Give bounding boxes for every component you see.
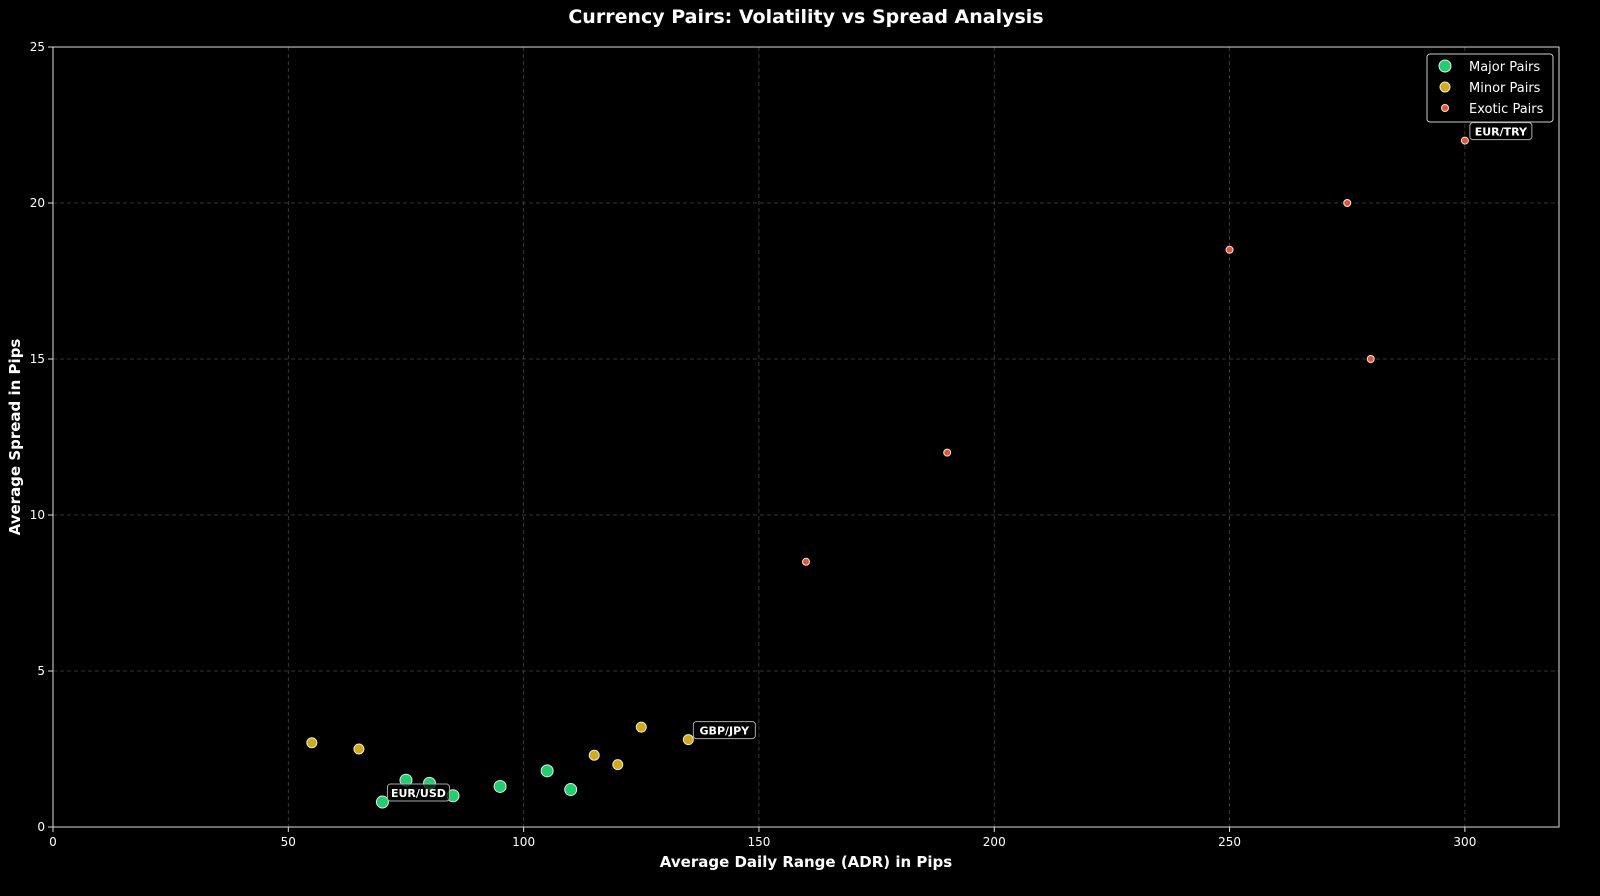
x-tick-label: 250	[1218, 835, 1241, 849]
legend-marker	[1441, 104, 1449, 112]
grid	[53, 47, 1559, 827]
y-tick-label: 20	[30, 196, 45, 210]
point-major-pairs	[540, 764, 554, 778]
y-tick-label: 0	[37, 820, 45, 834]
annotation-label: EUR/TRY	[1475, 126, 1528, 139]
point-exotic-pairs	[802, 557, 810, 566]
y-tick-label: 25	[30, 40, 45, 54]
point-exotic-pairs	[1460, 136, 1469, 145]
legend-label: Major Pairs	[1469, 60, 1540, 75]
chart-title: Currency Pairs: Volatility vs Spread Ana…	[568, 6, 1043, 28]
point-minor-pairs	[306, 737, 318, 749]
point-major-pairs	[564, 783, 578, 797]
y-tick-label: 15	[30, 352, 45, 366]
x-tick-label: 300	[1453, 835, 1476, 849]
legend-marker	[1439, 81, 1451, 93]
x-axis-label: Average Daily Range (ADR) in Pips	[660, 853, 952, 871]
point-minor-pairs	[353, 743, 365, 755]
point-major-pairs	[493, 779, 507, 793]
y-tick-label: 10	[30, 508, 45, 522]
x-tick-label: 150	[747, 835, 770, 849]
point-minor-pairs	[635, 721, 647, 733]
x-tick-label: 200	[983, 835, 1006, 849]
point-minor-pairs	[682, 734, 694, 746]
point-major-pairs	[375, 795, 389, 809]
point-minor-pairs	[612, 759, 624, 771]
x-tick-label: 100	[512, 835, 535, 849]
point-exotic-pairs	[943, 448, 952, 457]
y-tick-label: 5	[37, 664, 45, 678]
point-minor-pairs	[588, 749, 600, 761]
x-tick-label: 50	[281, 835, 296, 849]
legend: Major Pairs Minor Pairs Exotic Pairs	[1426, 53, 1554, 123]
point-exotic-pairs	[1366, 355, 1375, 363]
x-tick-label: 0	[49, 835, 57, 849]
point-exotic-pairs	[1225, 245, 1234, 254]
scatter-chart: Currency Pairs: Volatility vs Spread Ana…	[6, 6, 1560, 871]
plot-frame	[52, 46, 1560, 828]
point-exotic-pairs	[1343, 199, 1352, 207]
y-axis-label: Average Spread in Pips	[6, 339, 24, 536]
legend-label: Exotic Pairs	[1469, 102, 1544, 117]
annotation-label: EUR/USD	[391, 787, 446, 800]
data-points	[306, 136, 1469, 809]
annotations: EUR/USD GBP/JPY EUR/TRY	[386, 122, 1533, 802]
legend-marker	[1438, 59, 1452, 73]
annotation-label: GBP/JPY	[700, 725, 751, 738]
legend-label: Minor Pairs	[1469, 81, 1541, 96]
